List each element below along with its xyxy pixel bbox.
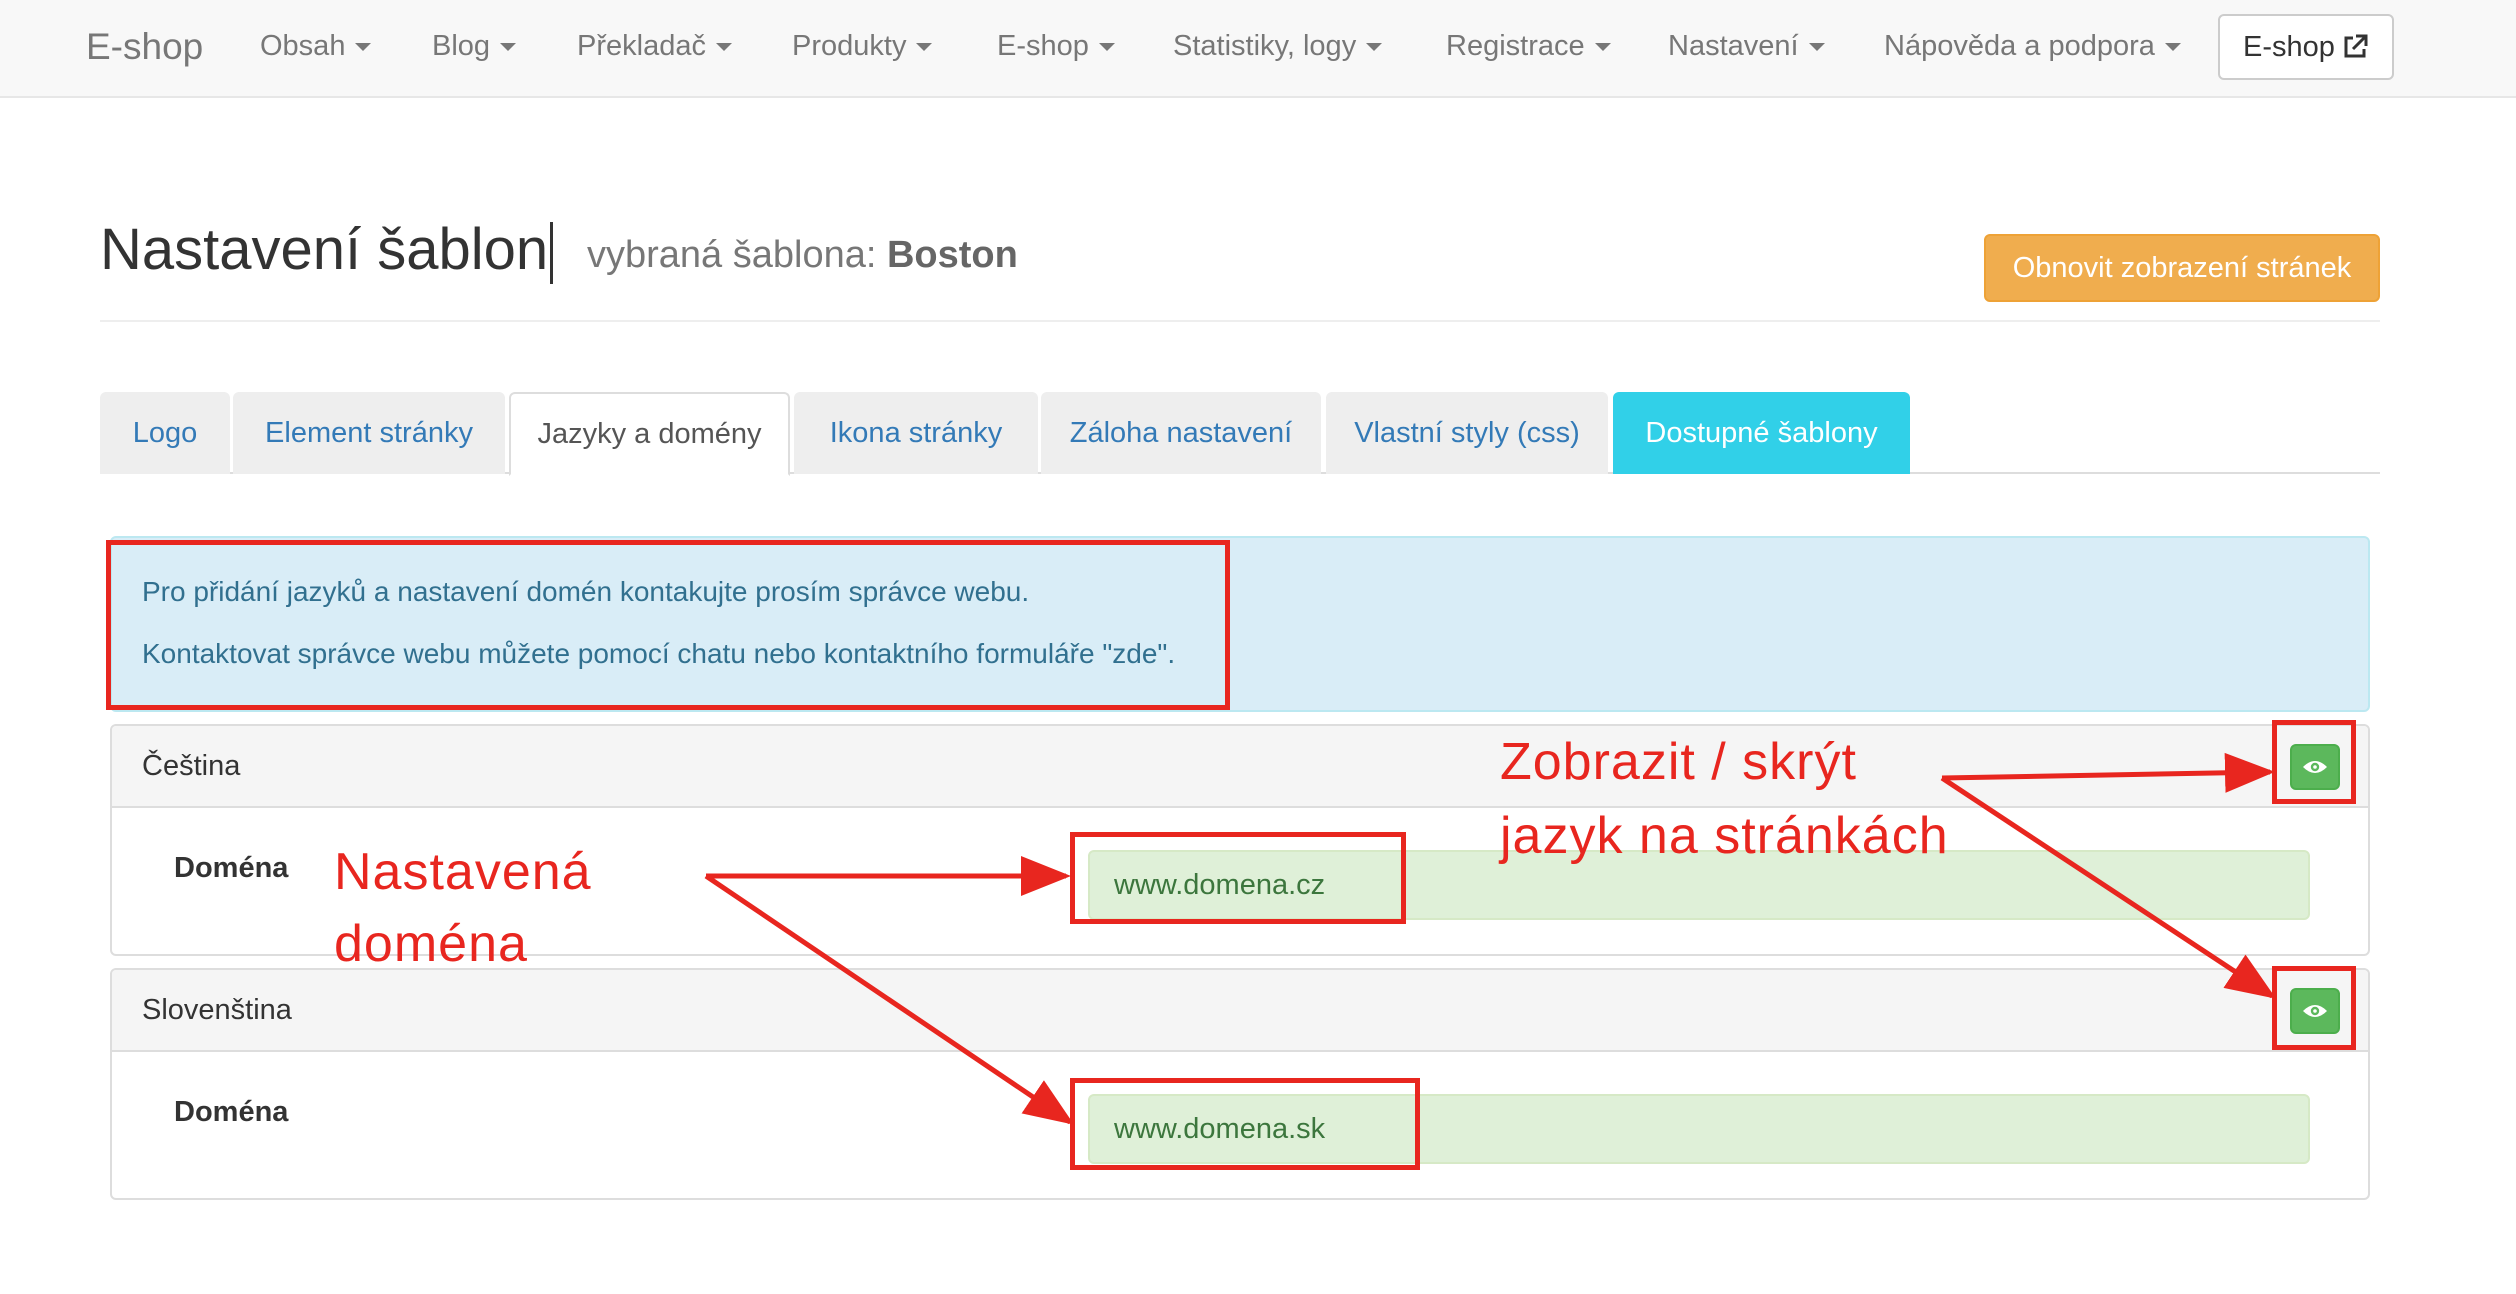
arrow-to-toggle-sk — [1940, 775, 2277, 999]
arrow-to-toggle-cz — [1941, 752, 2275, 793]
arrow-to-domain-sk — [704, 873, 1075, 1125]
annotation-arrows — [704, 752, 2277, 1125]
